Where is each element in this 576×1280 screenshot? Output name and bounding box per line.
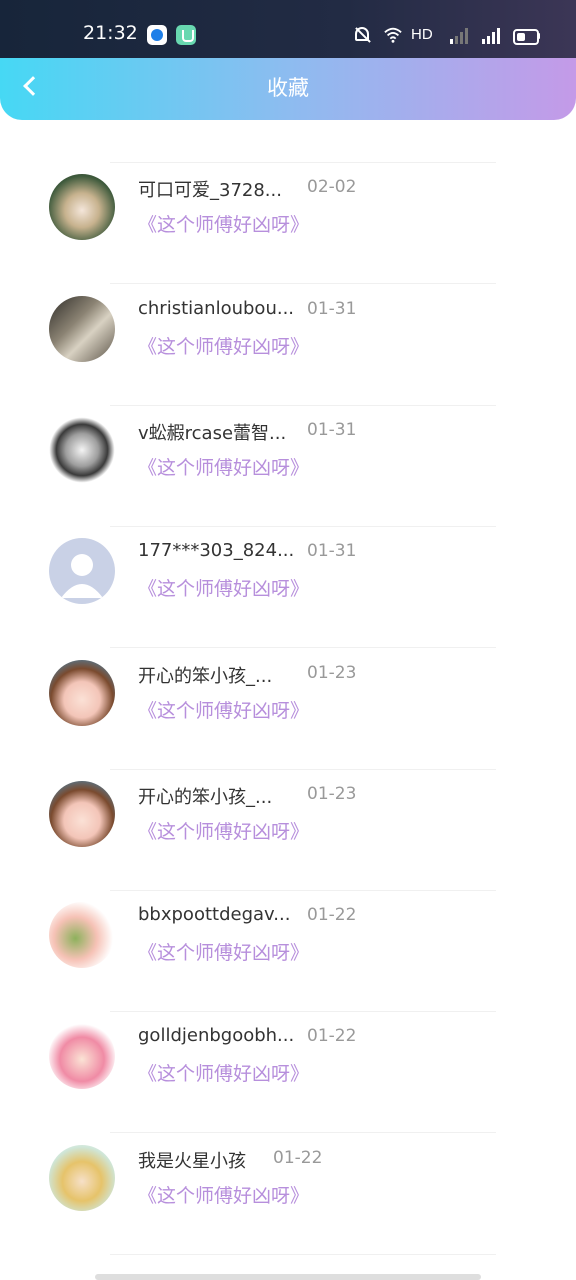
battery-icon [513, 29, 539, 45]
list-item[interactable]: bbxpoottdegav... 01-22 《这个师傅好凶呀》 [0, 892, 576, 1013]
username: 开心的笨小孩_... [138, 666, 273, 687]
date-label: 01-23 [307, 784, 357, 804]
app-icon-3 [205, 30, 225, 40]
list-item[interactable]: 我是火星小孩 01-22 《这个师傅好凶呀》 [0, 1135, 576, 1256]
novel-title[interactable]: 《这个师傅好凶呀》 [138, 1059, 309, 1086]
avatar[interactable] [49, 902, 115, 968]
date-label: 01-31 [307, 299, 357, 319]
avatar[interactable] [49, 781, 115, 847]
username: 我是火星小孩 [138, 1151, 246, 1172]
novel-title[interactable]: 《这个师傅好凶呀》 [138, 938, 309, 965]
page-title: 收藏 [267, 76, 309, 100]
novel-title[interactable]: 《这个师傅好凶呀》 [138, 1181, 309, 1208]
date-label: 01-31 [307, 541, 357, 561]
avatar[interactable] [49, 660, 115, 726]
list-item[interactable]: 开心的笨小孩_... 01-23 《这个师傅好凶呀》 [0, 771, 576, 892]
date-label: 02-02 [307, 177, 357, 197]
username: bbxpoottdegav... [138, 904, 291, 925]
divider [110, 283, 496, 285]
username: christianloubou... [138, 298, 295, 319]
date-label: 01-23 [307, 663, 357, 683]
avatar[interactable] [49, 296, 115, 362]
date-label: 01-31 [307, 420, 357, 440]
list-item[interactable]: 开心的笨小孩_... 01-23 《这个师傅好凶呀》 [0, 650, 576, 771]
username: 开心的笨小孩_... [138, 787, 273, 808]
signal-4g-icon [482, 28, 500, 44]
header: 21:32 HD 收藏 [0, 0, 576, 120]
username: 可口可爱_3728... [138, 180, 282, 201]
username: 177***303_824... [138, 540, 295, 561]
novel-title[interactable]: 《这个师傅好凶呀》 [138, 574, 309, 601]
list-item[interactable]: golldjenbgoobh... 01-22 《这个师傅好凶呀》 [0, 1013, 576, 1134]
home-indicator [95, 1274, 481, 1280]
avatar[interactable] [49, 538, 115, 604]
battery-cap [538, 33, 540, 39]
avatar[interactable] [49, 1023, 115, 1089]
date-label: 01-22 [273, 1148, 323, 1168]
signal-icon [450, 28, 468, 44]
novel-title[interactable]: 《这个师傅好凶呀》 [138, 817, 309, 844]
divider [110, 647, 496, 649]
app-icon-2 [176, 25, 196, 45]
divider [110, 1132, 496, 1134]
network-label: HD [411, 26, 433, 43]
username: v蚣赮rcase蕾智... [138, 423, 287, 444]
date-label: 01-22 [307, 905, 357, 925]
list-item[interactable]: christianloubou... 01-31 《这个师傅好凶呀》 [0, 286, 576, 407]
divider [110, 1254, 496, 1256]
avatar[interactable] [49, 174, 115, 240]
avatar[interactable] [49, 417, 115, 483]
status-time: 21:32 [83, 22, 138, 44]
list-item[interactable]: v蚣赮rcase蕾智... 01-31 《这个师傅好凶呀》 [0, 407, 576, 528]
novel-title[interactable]: 《这个师傅好凶呀》 [138, 332, 309, 359]
list-item[interactable]: 177***303_824... 01-31 《这个师傅好凶呀》 [0, 528, 576, 649]
avatar[interactable] [49, 1145, 115, 1211]
novel-title[interactable]: 《这个师傅好凶呀》 [138, 210, 309, 237]
novel-title[interactable]: 《这个师傅好凶呀》 [138, 453, 309, 480]
wifi-icon [384, 27, 402, 43]
novel-title[interactable]: 《这个师傅好凶呀》 [138, 696, 309, 723]
status-bar: 21:32 HD [0, 0, 576, 58]
list-item[interactable]: 可口可爱_3728... 02-02 《这个师傅好凶呀》 [0, 164, 576, 285]
app-icon-1 [147, 25, 167, 45]
date-label: 01-22 [307, 1026, 357, 1046]
username: golldjenbgoobh... [138, 1025, 295, 1046]
